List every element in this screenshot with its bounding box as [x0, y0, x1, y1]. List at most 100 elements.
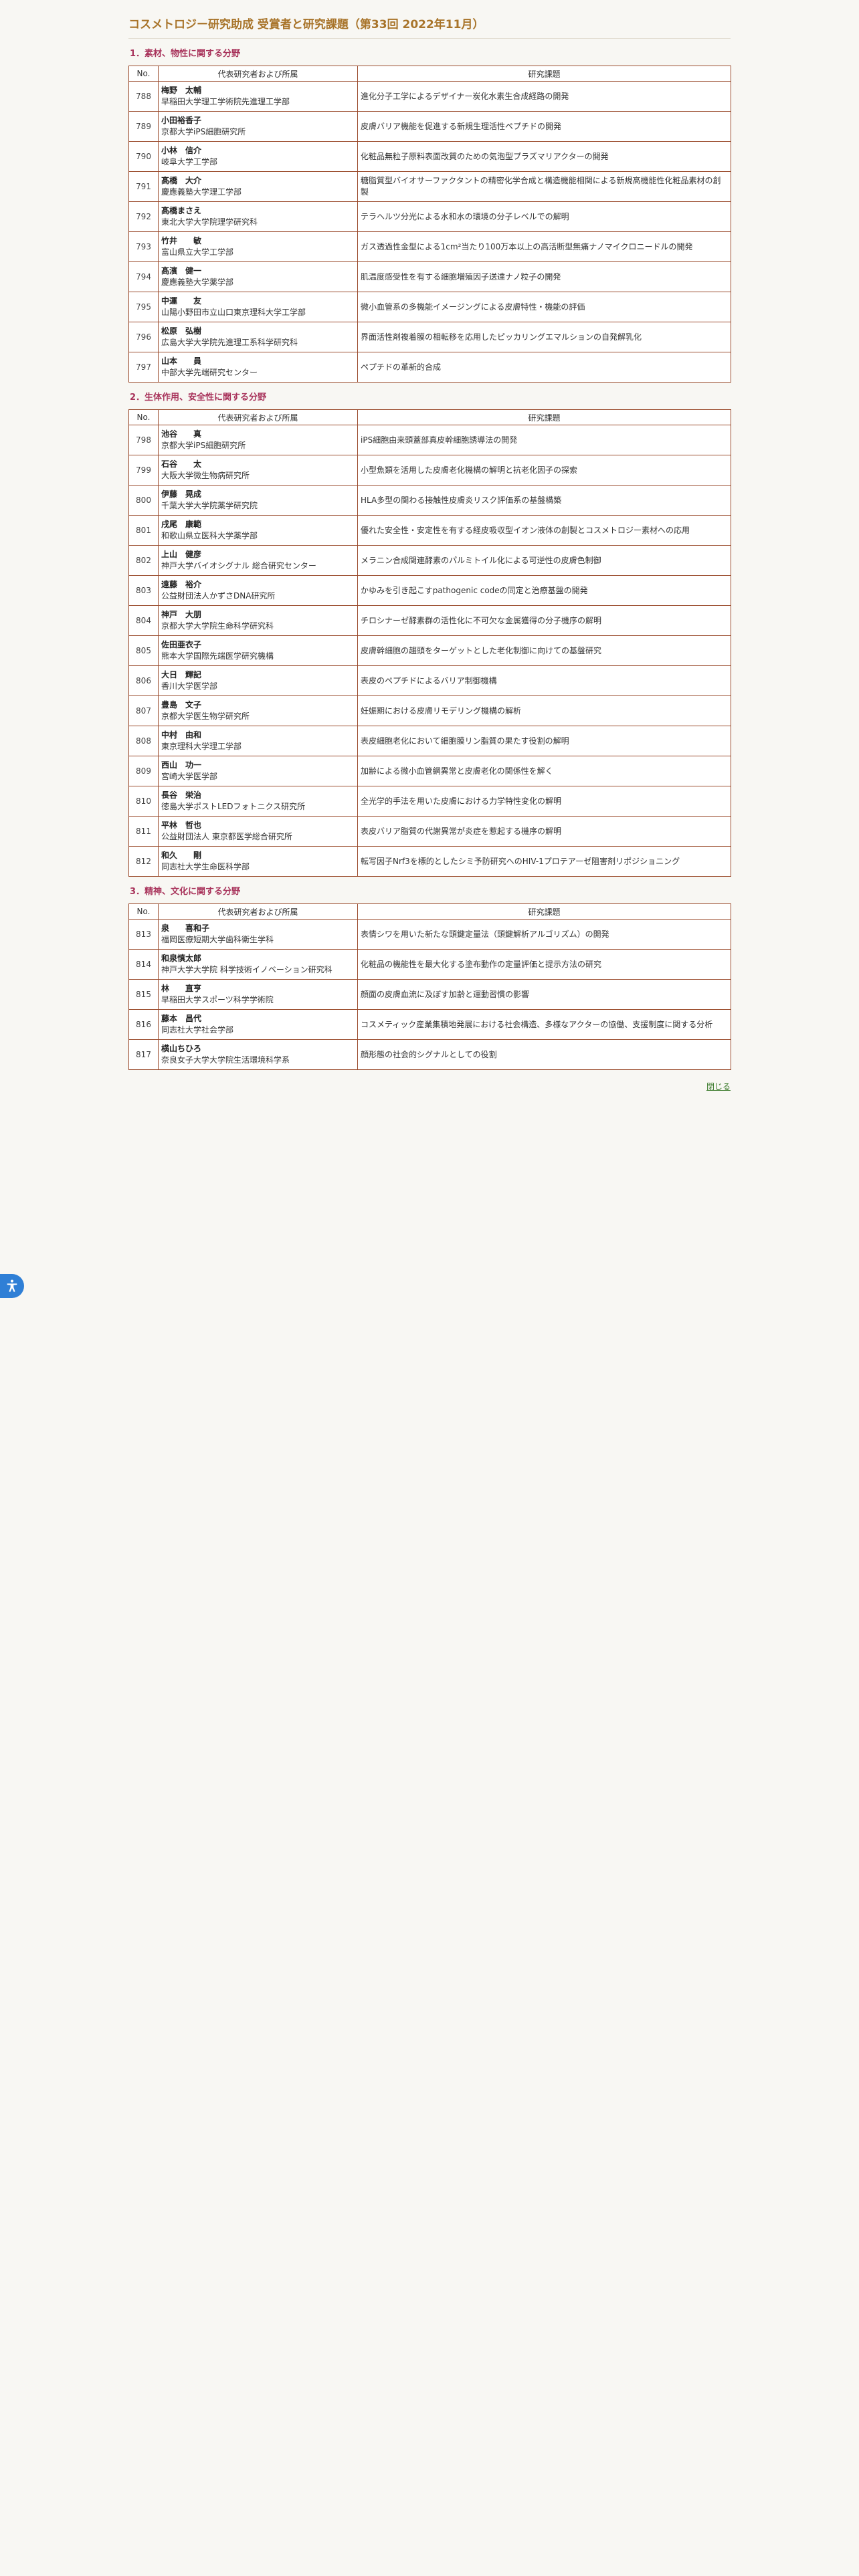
table-row: 817 横山ちひろ 奈良女子大学大学院生活環境科学系 顔形態の社会的シグナルとしての役… — [128, 1039, 731, 1070]
researcher-affiliation: 京都大学iPS細胞研究所 — [161, 441, 246, 450]
research-topic-cell: 皮膚バリア機能を促進する新規生理活性ペプチドの開発 — [357, 111, 731, 142]
researcher-name: 髙橋 大介 — [161, 176, 202, 185]
researcher-cell: 松原 弘樹 広島大学大学院先進理工系科学研究科 — [158, 322, 358, 352]
research-topic: 化粧品無粒子原料表面改質のための気泡型プラズマリアクターの開発 — [361, 151, 609, 161]
table-row: 800 伊藤 晃成 千葉大学大学院薬学研究院 HLA多型の関わる接触性皮膚炎リスク評価… — [128, 485, 731, 516]
table-row: 803 遠藤 裕介 公益財団法人かずさDNA研究所 かゆみを引き起こすpathogen… — [128, 575, 731, 606]
researcher-name: 中運 友 — [161, 296, 202, 306]
researcher-cell: 髙濱 健一 慶應義塾大学薬学部 — [158, 261, 358, 292]
research-topic: 顔面の皮膚血流に及ぼす加齢と運動習慣の影響 — [361, 989, 530, 999]
research-topic-cell: 化粧品無粒子原料表面改質のための気泡型プラズマリアクターの開発 — [357, 141, 731, 172]
researcher-affiliation: 千葉大学大学院薬学研究院 — [161, 501, 258, 510]
table-row: 798 池谷 真京都大学iPS細胞研究所 iPS細胞由来頭蓋部真皮幹細胞誘導法の開発 — [128, 425, 731, 455]
award-number: 790 — [128, 141, 159, 172]
researcher-affiliation: 神戸大学大学院 科学技術イノベーション研究科 — [161, 965, 332, 974]
research-topic-cell: 顔形態の社会的シグナルとしての役割 — [357, 1039, 731, 1070]
researcher-name: 小田裕香子 — [161, 116, 202, 125]
research-topic: 化粧品の機能性を最大化する塗布動作の定量評価と提示方法の研究 — [361, 959, 602, 969]
table-row: 789 小田裕香子 京都大学iPS細胞研究所 皮膚バリア機能を促進する新規生理活性ペプ… — [128, 111, 731, 142]
research-topic: 顔形態の社会的シグナルとしての役割 — [361, 1049, 497, 1059]
research-topic-cell: かゆみを引き起こすpathogenic codeの同定と治療基盤の開発 — [357, 575, 731, 606]
researcher-cell: 豊島 文子 京都大学医生物学研究所 — [158, 695, 358, 726]
award-number: 807 — [128, 695, 159, 726]
researcher-name: 西山 功一 — [161, 760, 202, 770]
research-topic: 表皮細胞老化において細胞膜リン脂質の果たす役割の解明 — [361, 736, 569, 746]
researcher-name: 林 直亨 — [161, 984, 202, 993]
research-topic-cell: 優れた安全性・安定性を有する経皮吸収型イオン液体の創製とコスメトロジー素材への応… — [357, 515, 731, 546]
researcher-name: 和久 剛 — [161, 851, 202, 860]
researcher-name: 松原 弘樹 — [161, 326, 202, 336]
close-wrap: 閉じる — [128, 1079, 731, 1092]
award-number: 797 — [128, 352, 159, 383]
researcher-cell: 石谷 太大阪大学微生物病研究所 — [158, 455, 358, 486]
table-row: 814 和泉慎太郎 神戸大学大学院 科学技術イノベーション研究科 化粧品の機能性を最大… — [128, 949, 731, 980]
research-topic: iPS細胞由来頭蓋部真皮幹細胞誘導法の開発 — [361, 435, 518, 445]
researcher-cell: 山本 員中部大学先端研究センター — [158, 352, 358, 383]
research-topic: 転写因子Nrf3を標的としたシミ予防研究へのHIV-1プロテアーゼ阻害剤リポジシ… — [361, 856, 680, 866]
research-topic: 妊娠期における皮膚リモデリング機構の解析 — [361, 706, 522, 716]
researcher-affiliation: 徳島大学ポストLEDフォトニクス研究所 — [161, 802, 306, 811]
researcher-cell: 戌尾 康範 和歌山県立医科大学薬学部 — [158, 515, 358, 546]
researcher-cell: 平林 哲也 公益財団法人 東京都医学総合研究所 — [158, 816, 358, 847]
page-title: コスメトロジー研究助成 受賞者と研究課題（第33回 2022年11月） — [128, 15, 731, 39]
researcher-name: 藤本 昌代 — [161, 1014, 202, 1023]
research-topic-cell: 表情シワを用いた新たな頭鍵定量法（頭鍵解析アルゴリズム）の開発 — [357, 919, 731, 950]
research-topic-cell: 化粧品の機能性を最大化する塗布動作の定量評価と提示方法の研究 — [357, 949, 731, 980]
table-row: 811 平林 哲也 公益財団法人 東京都医学総合研究所 表皮バリア脂質の代謝異常が炎症… — [128, 816, 731, 847]
award-number: 815 — [128, 979, 159, 1010]
researcher-affiliation: 香川大学医学部 — [161, 681, 218, 691]
award-number: 789 — [128, 111, 159, 142]
award-number: 806 — [128, 665, 159, 696]
table-row: 796 松原 弘樹 広島大学大学院先進理工系科学研究科 界面活性剤複着膜の相転移を応用… — [128, 322, 731, 352]
award-number: 816 — [128, 1009, 159, 1040]
award-number: 801 — [128, 515, 159, 546]
researcher-name: 遠藤 裕介 — [161, 580, 202, 589]
research-topic-cell: 全光学的手法を用いた皮膚における力学特性変化の解明 — [357, 786, 731, 817]
accessibility-icon — [7, 1279, 17, 1292]
researcher-affiliation: 富山県立大学工学部 — [161, 247, 234, 257]
table-row: 793 竹井 敏富山県立大学工学部 ガス透過性金型による1cm²当たり100万本以上… — [128, 231, 731, 262]
researcher-cell: 髙橋まさえ 東北大学大学院理学研究科 — [158, 201, 358, 232]
award-number: 809 — [128, 756, 159, 786]
researcher-affiliation: 同志社大学生命医科学部 — [161, 862, 250, 871]
award-number: 792 — [128, 201, 159, 232]
award-number: 808 — [128, 726, 159, 756]
researcher-name: 山本 員 — [161, 356, 202, 366]
table-row: 810 長谷 栄治 徳島大学ポストLEDフォトニクス研究所 全光学的手法を用いた皮膚に… — [128, 786, 731, 817]
table-row: 816 藤本 昌代 同志社大学社会学部 コスメティック産業集積地発展における社会構造、… — [128, 1009, 731, 1040]
research-topic: メラニン合成関連酵素のパルミトイル化による可逆性の皮膚色制御 — [361, 555, 601, 565]
research-topic: 糖脂質型バイオサーファクタントの精密化学合成と構造機能相関による新規高機能性化粧… — [361, 176, 721, 197]
research-topic-cell: 顔面の皮膚血流に及ぼす加齢と運動習慣の影響 — [357, 979, 731, 1010]
award-number: 798 — [128, 425, 159, 455]
research-topic: テラヘルツ分光による水和水の環境の分子レベルでの解明 — [361, 211, 569, 221]
researcher-cell: 長谷 栄治 徳島大学ポストLEDフォトニクス研究所 — [158, 786, 358, 817]
researcher-cell: 池谷 真京都大学iPS細胞研究所 — [158, 425, 358, 455]
researcher-cell: 竹井 敏富山県立大学工学部 — [158, 231, 358, 262]
researcher-affiliation: 岐阜大学工学部 — [161, 157, 218, 167]
research-topic: 優れた安全性・安定性を有する経皮吸収型イオン液体の創製とコスメトロジー素材への応… — [361, 525, 690, 535]
award-number: 800 — [128, 485, 159, 516]
researcher-name: 髙濱 健一 — [161, 266, 202, 276]
research-topic-cell: 表皮細胞老化において細胞膜リン脂質の果たす役割の解明 — [357, 726, 731, 756]
award-number: 803 — [128, 575, 159, 606]
research-topic: かゆみを引き起こすpathogenic codeの同定と治療基盤の開発 — [361, 585, 588, 595]
award-number: 814 — [128, 949, 159, 980]
research-topic-cell: ペプチドの革新的合成 — [357, 352, 731, 383]
award-number: 794 — [128, 261, 159, 292]
researcher-cell: 梅野 太輔 早稲田大学理工学術院先進理工学部 — [158, 81, 358, 112]
table-row: 804 神戸 大朋 京都大学大学院生命科学研究科 チロシナーゼ酵素群の活性化に不可欠な… — [128, 605, 731, 636]
researcher-name: 大日 輝記 — [161, 670, 202, 679]
researcher-cell: 小林 信介 岐阜大学工学部 — [158, 141, 358, 172]
researcher-affiliation: 京都大学医生物学研究所 — [161, 712, 250, 721]
researcher-cell: 神戸 大朋 京都大学大学院生命科学研究科 — [158, 605, 358, 636]
accessibility-button[interactable] — [0, 1274, 24, 1298]
research-topic-cell: 妊娠期における皮膚リモデリング機構の解析 — [357, 695, 731, 726]
research-topic-cell: 微小血管系の多機能イメージングによる皮膚特性・機能の評価 — [357, 292, 731, 322]
header-no: No. — [128, 409, 159, 425]
researcher-cell: 林 直亨 早稲田大学スポーツ科学学術院 — [158, 979, 358, 1010]
research-topic: 界面活性剤複着膜の相転移を応用したピッカリングエマルションの自発解乳化 — [361, 332, 642, 342]
close-link[interactable]: 閉じる — [706, 1082, 731, 1091]
header-topic: 研究課題 — [357, 66, 731, 82]
researcher-name: 中村 由和 — [161, 730, 202, 740]
research-topic: 肌温度感受性を有する細胞増殖因子送達ナノ粒子の開発 — [361, 272, 561, 282]
